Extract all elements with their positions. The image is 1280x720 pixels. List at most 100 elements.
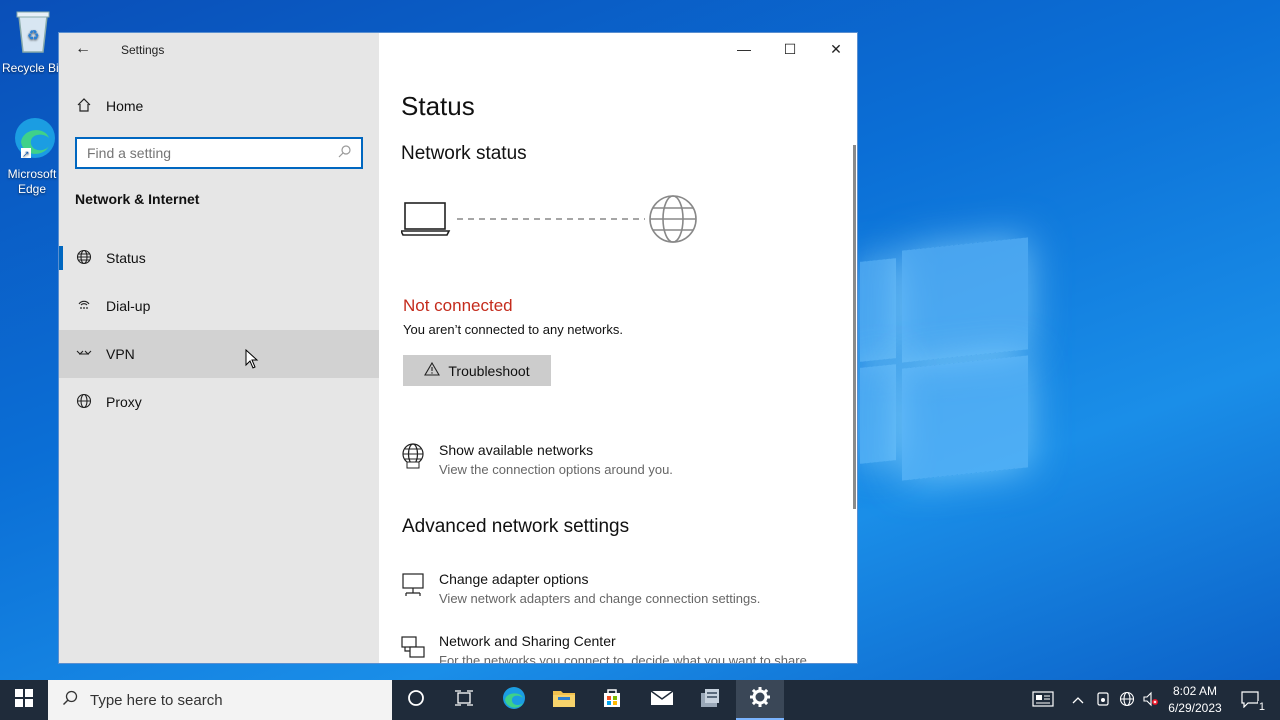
- task-view-icon: [454, 689, 474, 712]
- volume-muted-icon: [1142, 691, 1160, 710]
- maximize-button[interactable]: ☐: [767, 33, 813, 65]
- adapter-options-title: Change adapter options: [439, 571, 589, 587]
- notification-count: 1: [1257, 700, 1266, 713]
- show-networks-link[interactable]: Show available networks View the connect…: [401, 441, 841, 481]
- clock-date: 6/29/2023: [1168, 701, 1222, 715]
- warning-icon: [424, 361, 441, 379]
- desktop-icon-edge[interactable]: ↗ Microsoft Edge: [4, 116, 66, 197]
- taskbar-file-explorer[interactable]: [540, 680, 588, 720]
- svg-text:↗: ↗: [22, 149, 30, 159]
- network-diagram: [399, 193, 701, 249]
- taskbar-settings[interactable]: [736, 680, 784, 720]
- network-adapter-icon: [401, 572, 425, 603]
- window-title: Settings: [121, 43, 165, 57]
- adapter-options-subtitle: View network adapters and change connect…: [439, 591, 761, 606]
- action-center-button[interactable]: 1: [1234, 680, 1266, 720]
- search-box[interactable]: [75, 137, 363, 169]
- sidebar-item-label: Proxy: [106, 394, 142, 410]
- desktop-icon-recycle-bin[interactable]: ♻ Recycle Bin: [2, 8, 64, 75]
- settings-window: ← Settings Home Network & Internet Statu…: [58, 32, 858, 664]
- home-icon: [59, 97, 106, 116]
- device-icon: [1096, 691, 1110, 710]
- chevron-up-icon: [1072, 693, 1084, 707]
- desktop-icon-label: Microsoft Edge: [7, 167, 57, 196]
- sidebar-item-label: Status: [106, 250, 146, 266]
- taskbar-clock[interactable]: 8:02 AM 6/29/2023: [1162, 683, 1228, 717]
- edge-icon: [502, 686, 526, 715]
- search-icon: [337, 144, 353, 165]
- network-globe-icon: [1119, 691, 1135, 710]
- connection-description: You aren’t connected to any networks.: [403, 322, 623, 337]
- minimize-button[interactable]: —: [721, 33, 767, 65]
- sharing-center-title: Network and Sharing Center: [439, 633, 616, 649]
- sidebar-item-vpn[interactable]: VPN: [59, 330, 379, 378]
- dialup-icon: [59, 297, 106, 316]
- mail-icon: [650, 689, 674, 712]
- sidebar: ← Settings Home Network & Internet Statu…: [59, 33, 379, 663]
- content-pane: — ☐ ✕ Status Network status Not connecte…: [379, 33, 857, 664]
- connection-state: Not connected: [403, 296, 513, 315]
- windows-start-icon: [15, 688, 33, 712]
- windows-logo-wallpaper: [860, 237, 1030, 481]
- cortana-button[interactable]: [392, 680, 440, 720]
- volume-tray-button[interactable]: [1140, 680, 1162, 720]
- troubleshoot-label: Troubleshoot: [448, 362, 530, 379]
- search-icon: [62, 690, 78, 710]
- sidebar-item-label: VPN: [106, 346, 135, 362]
- settings-gear-icon: [749, 686, 771, 713]
- desktop-icon-label: Recycle Bin: [2, 61, 58, 75]
- network-globe-icon: [401, 443, 425, 474]
- sidebar-item-status[interactable]: Status: [59, 234, 379, 282]
- taskbar-search[interactable]: Type here to search: [48, 680, 392, 720]
- back-button[interactable]: ←: [71, 39, 95, 61]
- taskbar: Type here to search 8:02 AM 6/29/2023 1: [0, 680, 1280, 720]
- server-manager-icon: [698, 687, 722, 714]
- network-tray-button[interactable]: [1116, 680, 1138, 720]
- show-networks-title: Show available networks: [439, 442, 594, 458]
- advanced-heading: Advanced network settings: [402, 516, 630, 537]
- news-icon: [1032, 690, 1054, 710]
- vpn-icon: [59, 345, 106, 364]
- store-icon: [601, 687, 623, 714]
- sidebar-item-home[interactable]: Home: [59, 82, 379, 130]
- globe-icon: [649, 195, 697, 243]
- notification-icon: 1: [1240, 690, 1266, 713]
- sidebar-item-label: Home: [106, 98, 144, 114]
- sharing-center-icon: [401, 635, 425, 663]
- scrollbar[interactable]: [853, 145, 856, 509]
- section-title: Network & Internet: [75, 191, 200, 207]
- page-title: Status: [401, 91, 475, 121]
- taskbar-search-placeholder: Type here to search: [90, 691, 223, 709]
- taskbar-mail[interactable]: [638, 680, 686, 720]
- folder-icon: [552, 688, 576, 713]
- sidebar-item-label: Dial-up: [106, 298, 151, 314]
- close-button[interactable]: ✕: [813, 33, 857, 65]
- globe-icon: [59, 249, 106, 268]
- search-input[interactable]: [77, 139, 327, 167]
- troubleshoot-button[interactable]: Troubleshoot: [403, 355, 551, 386]
- back-arrow-icon: ←: [75, 40, 91, 57]
- tray-device-button[interactable]: [1092, 680, 1114, 720]
- recycle-bin-icon: ♻: [2, 8, 64, 57]
- task-view-button[interactable]: [440, 680, 488, 720]
- news-widget-button[interactable]: [1028, 680, 1058, 720]
- taskbar-edge[interactable]: [490, 680, 538, 720]
- taskbar-store[interactable]: [588, 680, 636, 720]
- network-status-heading: Network status: [401, 143, 527, 164]
- start-button[interactable]: [0, 680, 48, 720]
- sidebar-item-dialup[interactable]: Dial-up: [59, 282, 379, 330]
- clock-time: 8:02 AM: [1172, 684, 1218, 698]
- sharing-center-link[interactable]: Network and Sharing Center For the netwo…: [401, 633, 841, 664]
- edge-icon: ↗: [4, 116, 66, 163]
- laptop-icon: [399, 202, 451, 236]
- globe-icon: [59, 393, 106, 412]
- svg-text:♻: ♻: [27, 27, 40, 43]
- sharing-center-subtitle: For the networks you connect to, decide …: [439, 653, 811, 664]
- sidebar-item-proxy[interactable]: Proxy: [59, 378, 379, 426]
- taskbar-app[interactable]: [686, 680, 734, 720]
- cortana-icon: [407, 689, 425, 712]
- show-hidden-icons-button[interactable]: [1066, 680, 1090, 720]
- mouse-cursor: [245, 348, 259, 374]
- adapter-options-link[interactable]: Change adapter options View network adap…: [401, 570, 841, 610]
- show-networks-subtitle: View the connection options around you.: [439, 462, 673, 477]
